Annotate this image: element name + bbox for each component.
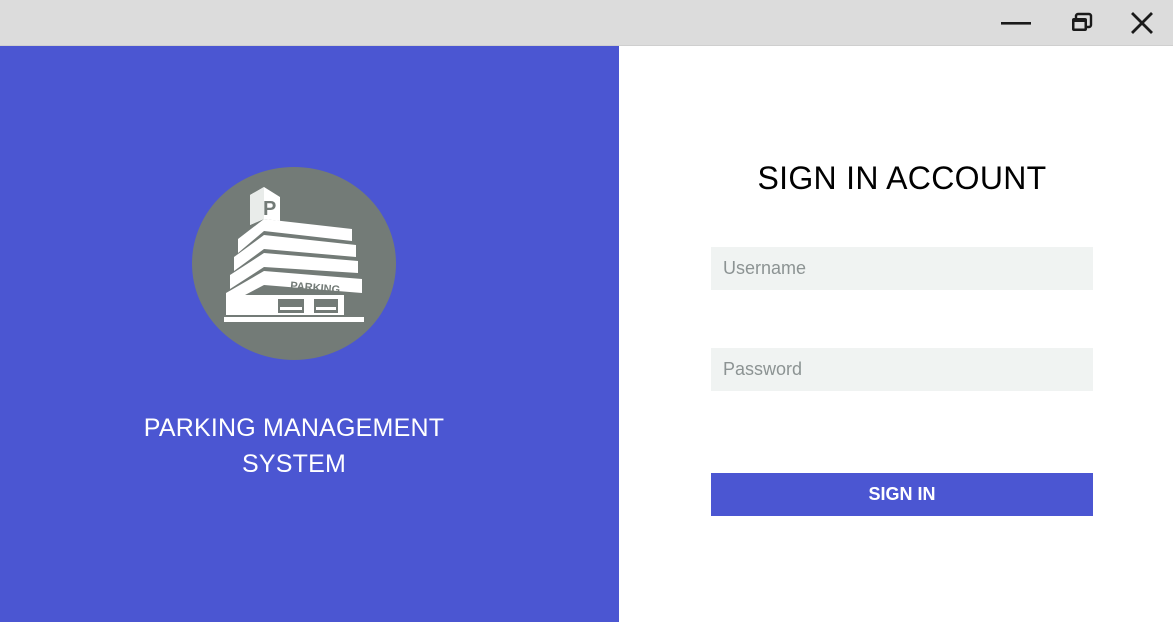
logo-sign-letter: P <box>263 198 276 220</box>
close-icon <box>1131 12 1153 34</box>
restore-icon <box>1072 12 1093 31</box>
logo: P PARKING <box>192 167 396 360</box>
login-heading: SIGN IN ACCOUNT <box>757 160 1047 196</box>
window-titlebar <box>0 0 1173 46</box>
app-title-line-1: PARKING MANAGEMENT <box>143 414 445 442</box>
minimize-icon <box>1001 22 1031 25</box>
app-title-line-2: SYSTEM <box>242 450 346 478</box>
app-title: PARKING MANAGEMENT SYSTEM <box>110 410 478 482</box>
sign-in-button[interactable]: SIGN IN <box>711 473 1093 516</box>
restore-button[interactable] <box>1059 0 1105 46</box>
parking-building-icon: P PARKING <box>224 187 364 322</box>
brand-panel: P PARKING PARKING MANAGEMENT SYSTEM <box>0 46 619 622</box>
minimize-button[interactable] <box>993 0 1039 46</box>
login-panel: SIGN IN ACCOUNT SIGN IN <box>619 46 1173 622</box>
close-button[interactable] <box>1119 0 1165 46</box>
password-input[interactable] <box>711 348 1093 391</box>
username-input[interactable] <box>711 247 1093 290</box>
